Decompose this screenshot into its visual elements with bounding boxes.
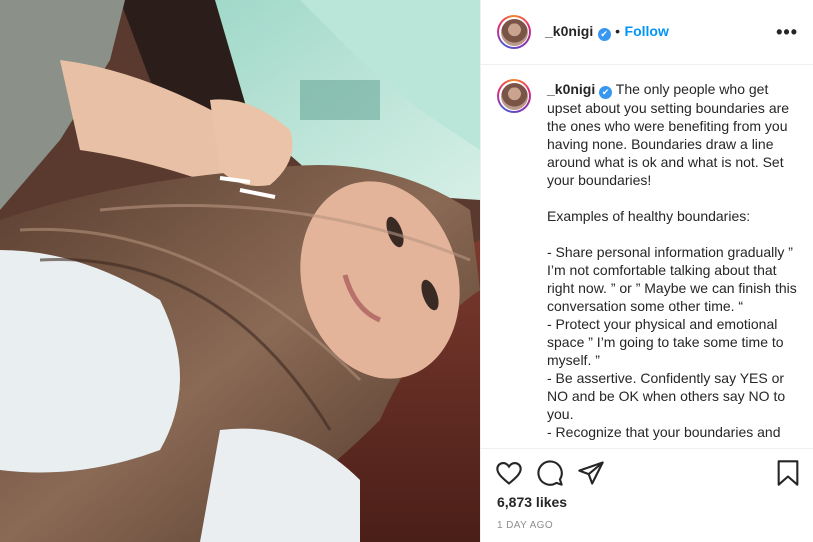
save-button[interactable]: [774, 459, 802, 487]
like-button[interactable]: [495, 459, 523, 487]
verified-badge-icon: ✔: [597, 28, 611, 41]
comment-button[interactable]: [536, 459, 564, 487]
verified-badge-icon: ✔: [599, 86, 613, 99]
action-bar: 6,873 likes 1 DAY AGO: [481, 448, 813, 542]
share-button[interactable]: [577, 459, 605, 487]
bookmark-icon: [777, 460, 799, 486]
username-link[interactable]: _k0nigi: [545, 23, 593, 39]
post-modal: _k0nigi ✔ • Follow ••• _k0nigi ✔ The onl…: [0, 0, 813, 542]
comment-icon: [537, 460, 563, 486]
heart-icon: [496, 462, 522, 485]
caption-area[interactable]: _k0nigi ✔ The only people who get upset …: [481, 65, 813, 448]
likes-count[interactable]: 6,873 likes: [497, 494, 567, 510]
follow-button[interactable]: Follow: [625, 23, 669, 39]
avatar[interactable]: [497, 15, 531, 49]
post-sidebar: _k0nigi ✔ • Follow ••• _k0nigi ✔ The onl…: [480, 0, 813, 542]
post-header: _k0nigi ✔ • Follow •••: [481, 0, 813, 65]
caption-avatar[interactable]: [497, 79, 531, 113]
caption-text: _k0nigi ✔ The only people who get upset …: [547, 80, 805, 441]
post-timestamp[interactable]: 1 DAY AGO: [497, 520, 553, 531]
caption-body: The only people who get upset about you …: [547, 81, 797, 440]
separator-dot: •: [615, 23, 621, 39]
share-icon: [578, 461, 604, 485]
more-options-icon[interactable]: •••: [776, 22, 798, 43]
selfie-image: [0, 0, 480, 542]
post-photo[interactable]: [0, 0, 480, 542]
caption-username-link[interactable]: _k0nigi: [547, 81, 595, 97]
